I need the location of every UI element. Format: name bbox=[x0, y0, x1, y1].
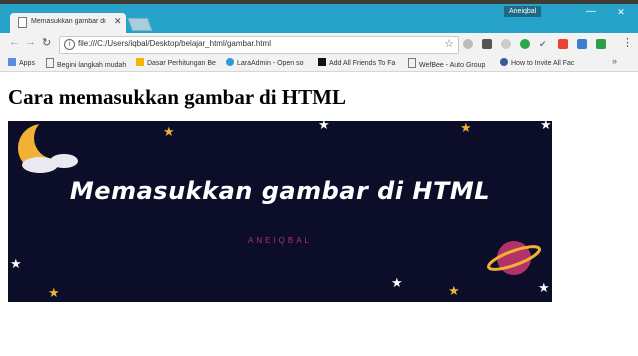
star-icon: ★ bbox=[48, 285, 60, 300]
star-icon: ★ bbox=[460, 121, 472, 135]
url-text: file:///C:/Users/iqbal/Desktop/belajar_h… bbox=[78, 39, 271, 48]
planet-icon bbox=[487, 241, 541, 275]
bookmark-item[interactable]: Add All Friends To Fa bbox=[318, 58, 395, 67]
star-icon: ★ bbox=[540, 121, 552, 132]
banner-title: Memasukkan gambar di HTML bbox=[69, 177, 491, 205]
minimize-button[interactable]: — bbox=[576, 4, 606, 20]
apps-grid-icon bbox=[8, 58, 16, 66]
browser-window: Aneiqbal — ✕ Memasukkan gambar di ✕ ← → … bbox=[0, 4, 638, 356]
bookmark-star-icon[interactable]: ☆ bbox=[444, 37, 454, 50]
menu-icon[interactable]: ⋮ bbox=[622, 36, 633, 49]
new-tab-button[interactable] bbox=[127, 18, 153, 31]
bookmark-item[interactable]: LaraAdmin - Open so bbox=[226, 58, 304, 67]
banner-image: ★ ★ ★ ★ ★ ★ ★ ★ ★ Memasukkan gambar di H… bbox=[8, 121, 552, 302]
extension-grammarly-icon[interactable] bbox=[520, 39, 530, 49]
banner-subtitle: ANEIQBAL bbox=[247, 236, 312, 245]
extension-screen-icon[interactable] bbox=[577, 39, 587, 49]
bookmark-item[interactable]: Begini langkah mudah bbox=[46, 58, 126, 69]
moon-icon bbox=[18, 121, 78, 173]
bookmark-apps[interactable]: Apps bbox=[8, 58, 35, 67]
site-icon bbox=[500, 58, 508, 66]
tab-active[interactable]: Memasukkan gambar di ✕ bbox=[10, 13, 126, 33]
toolbar: ← → ↻ i file:///C:/Users/iqbal/Desktop/b… bbox=[0, 33, 638, 55]
banner-art bbox=[18, 121, 541, 275]
extension-cloud-icon[interactable] bbox=[463, 39, 473, 49]
page-heading: Cara memasukkan gambar di HTML bbox=[8, 85, 346, 109]
extension-red-icon[interactable] bbox=[558, 39, 568, 49]
page-content: Cara memasukkan gambar di HTML ★ ★ ★ ★ ★… bbox=[0, 72, 638, 356]
star-icon: ★ bbox=[448, 283, 460, 298]
forward-icon[interactable]: → bbox=[25, 36, 36, 48]
page-icon bbox=[408, 58, 416, 68]
star-icon: ★ bbox=[10, 256, 22, 271]
site-icon bbox=[226, 58, 234, 66]
bookmark-item[interactable]: How to Invite All Fac bbox=[500, 58, 574, 67]
site-icon bbox=[136, 58, 144, 66]
tab-close-icon[interactable]: ✕ bbox=[114, 16, 122, 27]
profile-badge[interactable]: Aneiqbal bbox=[504, 6, 542, 17]
page-icon bbox=[46, 58, 54, 68]
bookmark-item[interactable]: Dasar Perhitungan Be bbox=[136, 58, 216, 67]
star-icon: ★ bbox=[538, 280, 550, 295]
extension-check-icon[interactable]: ✔ bbox=[539, 39, 549, 49]
close-window-button[interactable]: ✕ bbox=[606, 4, 636, 20]
extension-circle-icon[interactable] bbox=[501, 39, 511, 49]
star-icon: ★ bbox=[163, 124, 175, 139]
page-icon bbox=[18, 17, 27, 28]
address-bar[interactable]: i file:///C:/Users/iqbal/Desktop/belajar… bbox=[59, 36, 459, 54]
tab-title: Memasukkan gambar di bbox=[31, 18, 106, 25]
info-icon[interactable]: i bbox=[64, 39, 75, 50]
extension-pen-icon[interactable] bbox=[482, 39, 492, 49]
chevron-right-icon[interactable]: » bbox=[612, 56, 617, 66]
reload-icon[interactable]: ↻ bbox=[42, 36, 51, 49]
star-icon: ★ bbox=[318, 121, 330, 132]
site-icon bbox=[318, 58, 326, 66]
bookmark-item[interactable]: WefBee - Auto Group bbox=[408, 58, 485, 69]
star-icon: ★ bbox=[391, 275, 403, 290]
extension-green-icon[interactable] bbox=[596, 39, 606, 49]
bookmarks-bar: Apps Begini langkah mudah Dasar Perhitun… bbox=[0, 55, 638, 72]
back-icon[interactable]: ← bbox=[9, 36, 20, 48]
